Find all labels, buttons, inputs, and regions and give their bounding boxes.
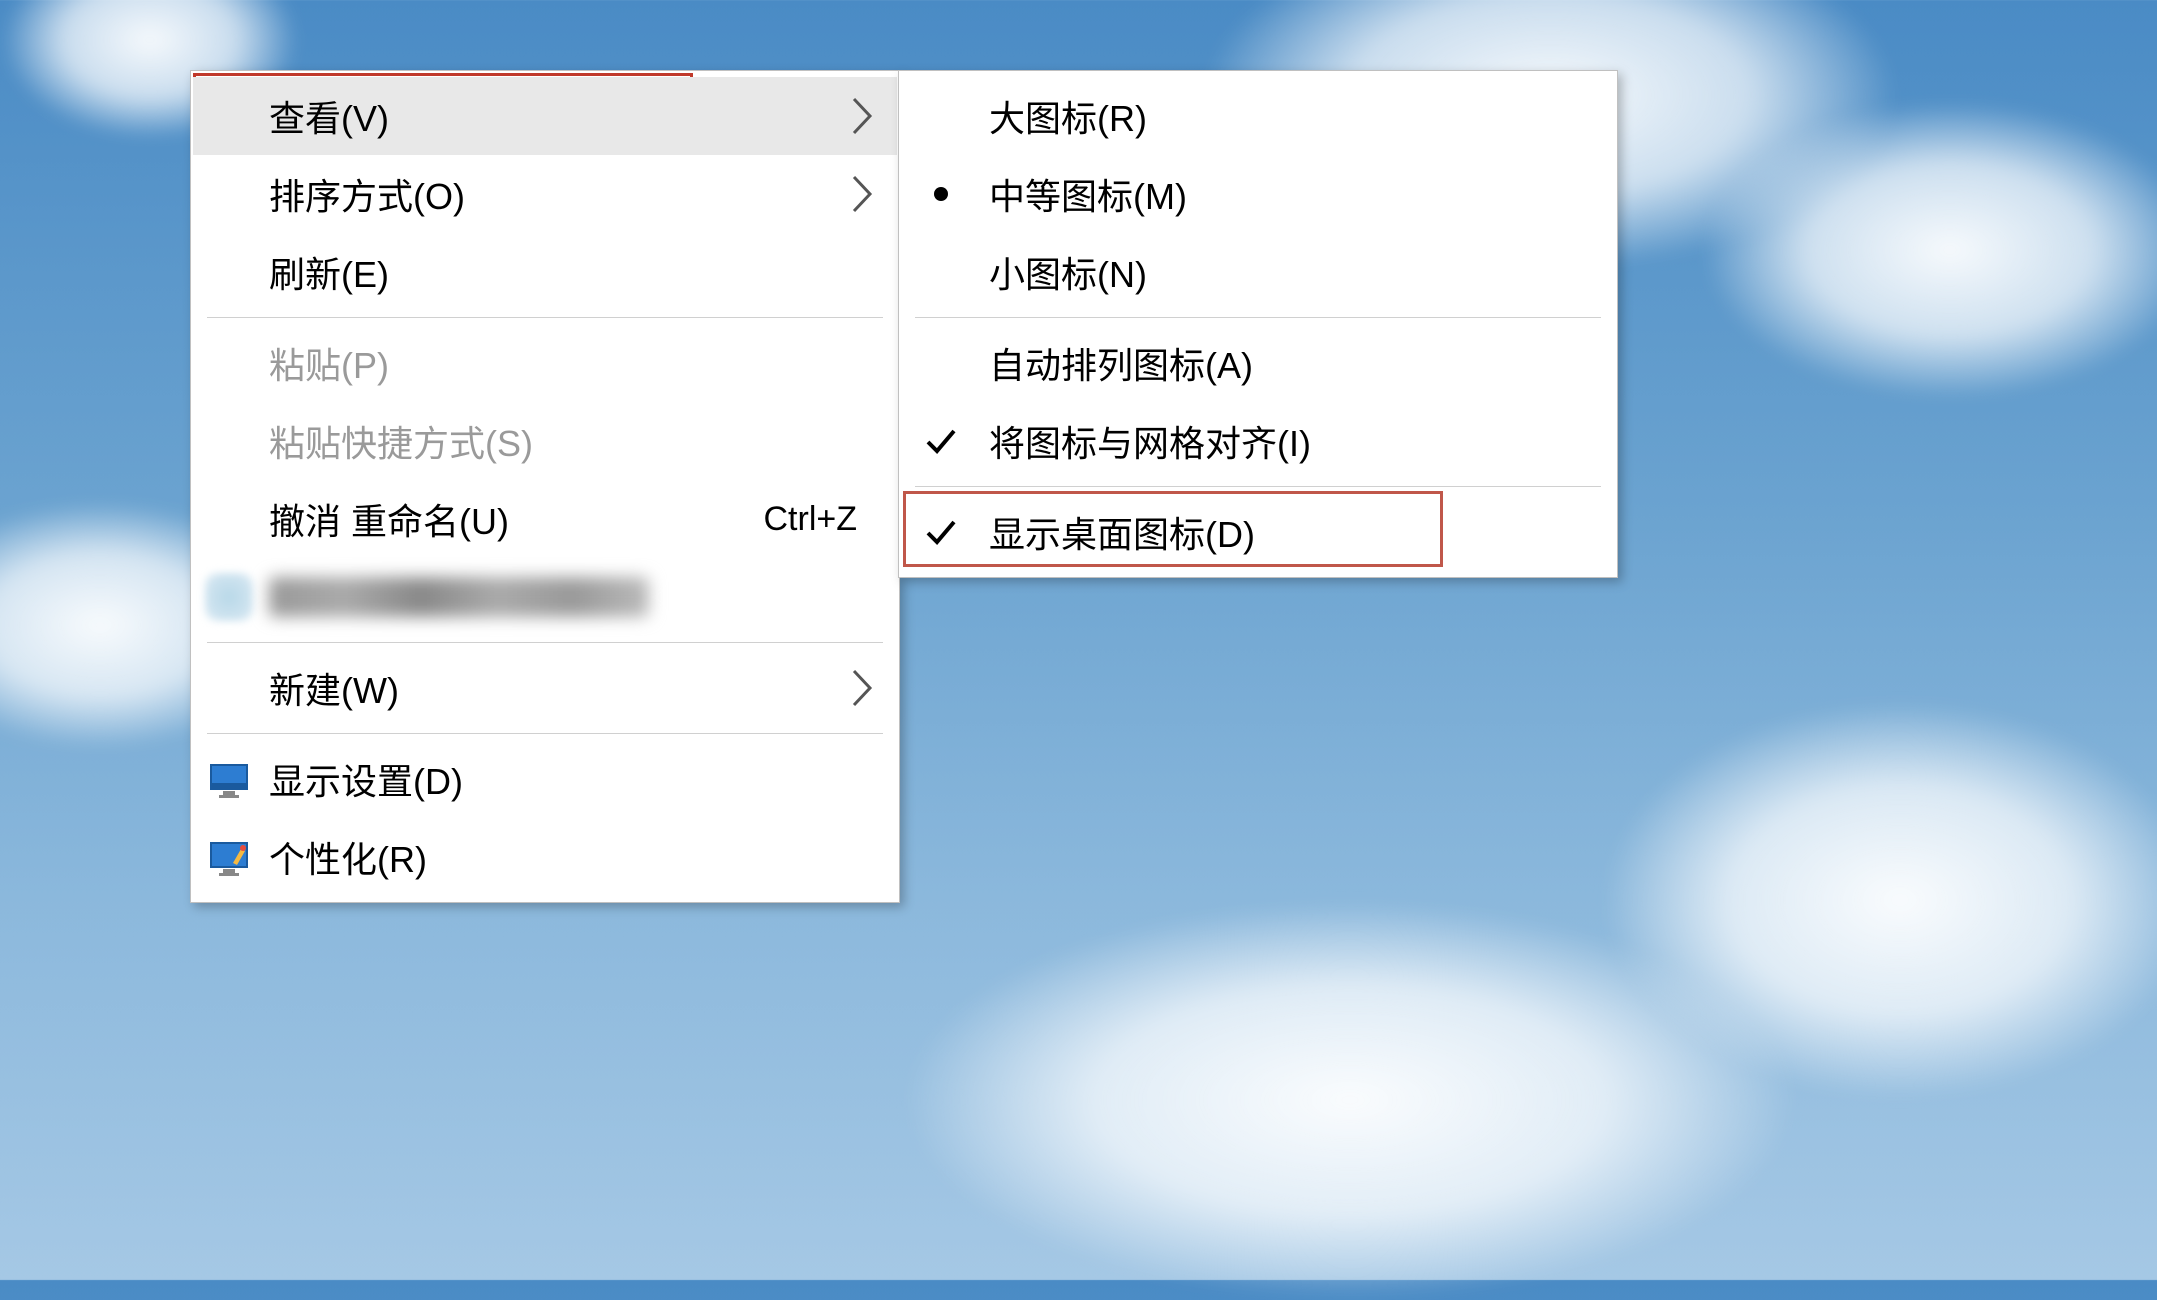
menu-item-show-desktop-icons[interactable]: 显示桌面图标(D) xyxy=(901,493,1615,571)
menu-label: 小图标(N) xyxy=(989,246,1595,298)
icon-placeholder xyxy=(201,491,257,547)
menu-separator xyxy=(915,486,1601,487)
menu-label: 新建(W) xyxy=(269,662,847,714)
icon-placeholder xyxy=(201,660,257,716)
menu-item-medium-icons[interactable]: 中等图标(M) xyxy=(901,155,1615,233)
menu-item-redacted[interactable] xyxy=(193,558,897,636)
icon-placeholder xyxy=(201,335,257,391)
chevron-right-icon xyxy=(847,179,877,209)
menu-label: 撤消 重命名(U) xyxy=(269,493,764,545)
menu-item-paste-shortcut: 粘贴快捷方式(S) xyxy=(193,402,897,480)
menu-shortcut: Ctrl+Z xyxy=(764,500,878,539)
menu-label: 中等图标(M) xyxy=(989,168,1595,220)
menu-label: 粘贴(P) xyxy=(269,337,877,389)
menu-item-refresh[interactable]: 刷新(E) xyxy=(193,233,897,311)
icon-placeholder xyxy=(201,244,257,300)
chevron-right-icon xyxy=(847,673,877,703)
menu-separator xyxy=(207,733,883,734)
menu-item-align-grid[interactable]: 将图标与网格对齐(I) xyxy=(901,402,1615,480)
menu-item-sort[interactable]: 排序方式(O) xyxy=(193,155,897,233)
menu-item-display-settings[interactable]: 显示设置(D) xyxy=(193,740,897,818)
radio-selected-icon xyxy=(911,187,971,201)
menu-label: 自动排列图标(A) xyxy=(989,337,1595,389)
menu-label: 个性化(R) xyxy=(269,831,877,883)
menu-label: 将图标与网格对齐(I) xyxy=(989,415,1595,467)
desktop-context-menu: 查看(V) 排序方式(O) 刷新(E) 粘贴(P) 粘贴快捷方式(S) 撤消 重… xyxy=(190,70,900,903)
menu-label: 显示桌面图标(D) xyxy=(989,506,1595,558)
menu-item-new[interactable]: 新建(W) xyxy=(193,649,897,727)
check-icon xyxy=(911,515,971,549)
menu-item-personalize[interactable]: 个性化(R) xyxy=(193,818,897,896)
menu-label: 排序方式(O) xyxy=(269,168,847,220)
redacted-icon xyxy=(205,573,253,621)
chevron-right-icon xyxy=(847,101,877,131)
menu-label: 大图标(R) xyxy=(989,90,1595,142)
menu-separator xyxy=(207,642,883,643)
menu-label: 查看(V) xyxy=(269,90,847,142)
icon-placeholder xyxy=(201,413,257,469)
menu-separator xyxy=(915,317,1601,318)
menu-item-small-icons[interactable]: 小图标(N) xyxy=(901,233,1615,311)
menu-item-undo-rename[interactable]: 撤消 重命名(U) Ctrl+Z xyxy=(193,480,897,558)
menu-item-auto-arrange[interactable]: 自动排列图标(A) xyxy=(901,324,1615,402)
menu-label: 显示设置(D) xyxy=(269,753,877,805)
personalize-icon xyxy=(201,829,257,885)
menu-separator xyxy=(207,317,883,318)
view-submenu: 大图标(R) 中等图标(M) 小图标(N) 自动排列图标(A) 将图标与网格对齐… xyxy=(898,70,1618,578)
menu-label: 粘贴快捷方式(S) xyxy=(269,415,877,467)
monitor-icon xyxy=(201,751,257,807)
icon-placeholder xyxy=(201,166,257,222)
menu-item-large-icons[interactable]: 大图标(R) xyxy=(901,77,1615,155)
icon-placeholder xyxy=(201,88,257,144)
redacted-text xyxy=(269,577,649,617)
menu-item-paste: 粘贴(P) xyxy=(193,324,897,402)
menu-item-view[interactable]: 查看(V) xyxy=(193,77,897,155)
check-icon xyxy=(911,424,971,458)
menu-label: 刷新(E) xyxy=(269,246,877,298)
